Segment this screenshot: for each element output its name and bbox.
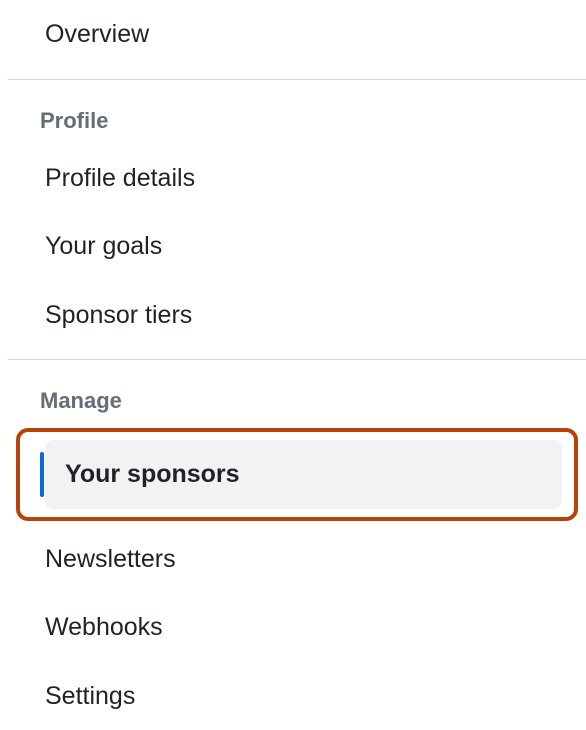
settings-sidebar: Overview Profile Profile details Your go… [0, 0, 586, 730]
nav-item-overview[interactable]: Overview [0, 0, 586, 69]
nav-item-newsletters[interactable]: Newsletters [0, 525, 586, 594]
section-label-manage: Manage [0, 360, 586, 424]
nav-item-your-goals[interactable]: Your goals [0, 212, 586, 281]
nav-item-sponsor-tiers[interactable]: Sponsor tiers [0, 281, 586, 350]
highlight-annotation: Your sponsors [16, 428, 578, 521]
section-label-profile: Profile [0, 80, 586, 144]
nav-item-webhooks[interactable]: Webhooks [0, 593, 586, 662]
nav-item-profile-details[interactable]: Profile details [0, 144, 586, 213]
nav-item-your-sponsors[interactable]: Your sponsors [45, 440, 562, 509]
nav-item-settings[interactable]: Settings [0, 662, 586, 730]
